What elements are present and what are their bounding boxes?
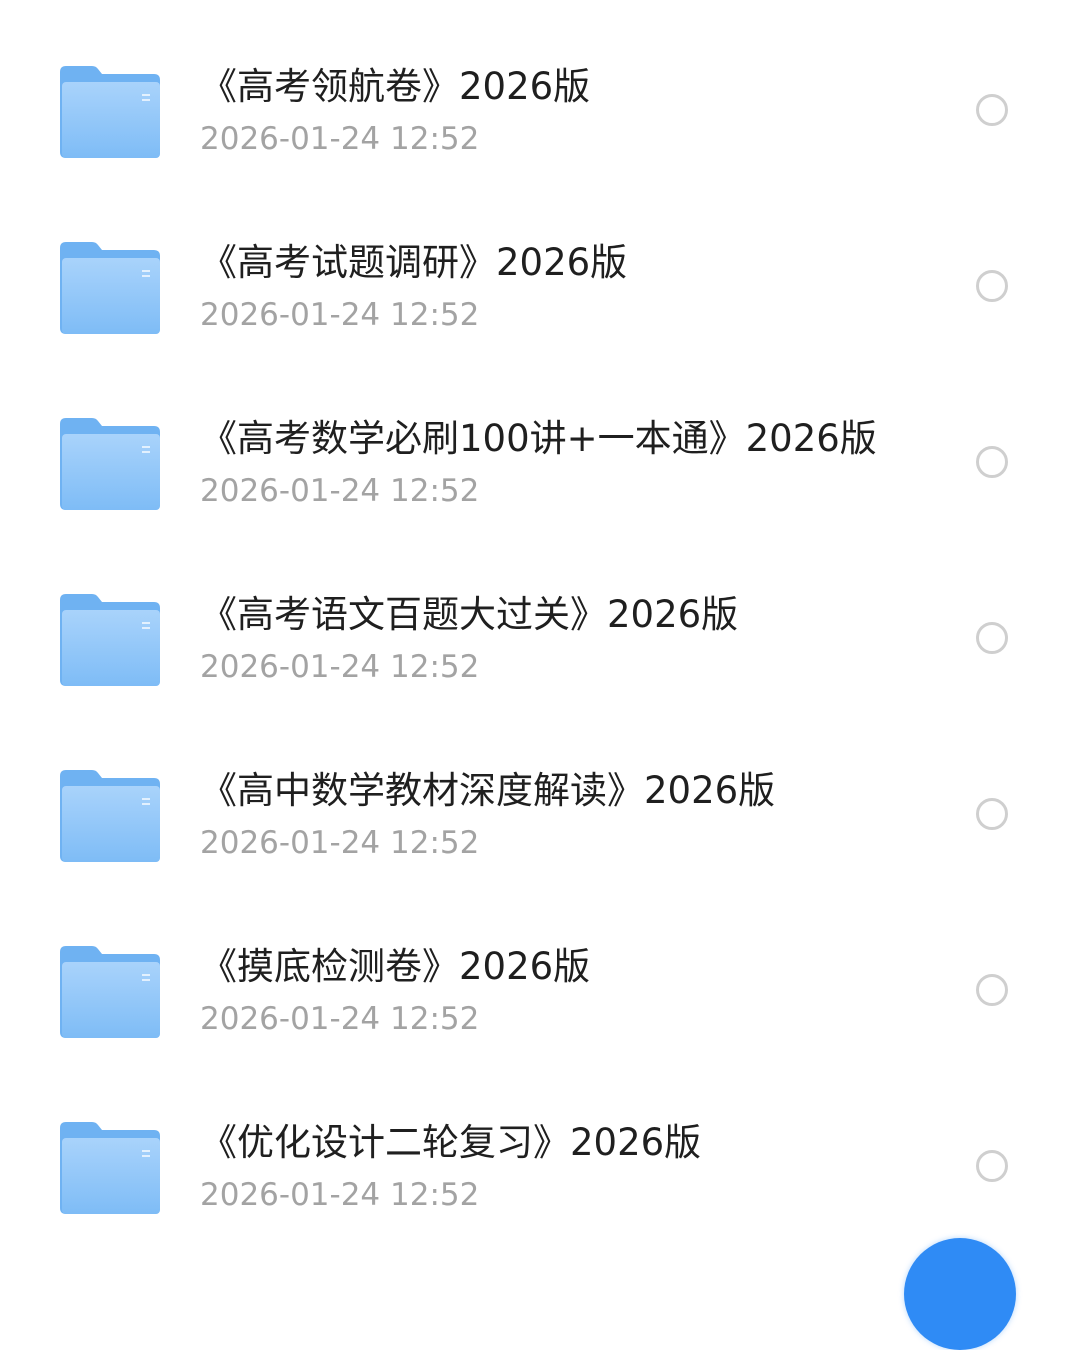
file-row[interactable]: 《高中数学教材深度解读》2026版 2026-01-24 12:52 <box>0 726 1080 902</box>
folder-icon <box>60 242 160 334</box>
file-list: 《高考领航卷》2026版 2026-01-24 12:52 《高考试题调研》20… <box>0 22 1080 1254</box>
file-row[interactable]: 《高考数学必刷100讲+一本通》2026版 2026-01-24 12:52 <box>0 374 1080 550</box>
select-radio[interactable] <box>976 622 1008 654</box>
select-radio[interactable] <box>976 1150 1008 1182</box>
file-row[interactable]: 《优化设计二轮复习》2026版 2026-01-24 12:52 <box>0 1078 1080 1254</box>
file-modified-time: 2026-01-24 12:52 <box>200 297 480 333</box>
select-radio[interactable] <box>976 446 1008 478</box>
file-name: 《优化设计二轮复习》2026版 <box>200 1121 702 1164</box>
select-radio[interactable] <box>976 94 1008 126</box>
select-radio[interactable] <box>976 974 1008 1006</box>
file-name: 《高考领航卷》2026版 <box>200 65 591 108</box>
file-name: 《高考语文百题大过关》2026版 <box>200 593 739 636</box>
select-radio[interactable] <box>976 798 1008 830</box>
folder-icon <box>60 946 160 1038</box>
folder-icon <box>60 66 160 158</box>
file-name: 《高考试题调研》2026版 <box>200 241 628 284</box>
file-row[interactable]: 《高考语文百题大过关》2026版 2026-01-24 12:52 <box>0 550 1080 726</box>
file-name: 《高中数学教材深度解读》2026版 <box>200 769 776 812</box>
file-modified-time: 2026-01-24 12:52 <box>200 121 480 157</box>
folder-icon <box>60 418 160 510</box>
file-name: 《高考数学必刷100讲+一本通》2026版 <box>200 417 877 460</box>
file-modified-time: 2026-01-24 12:52 <box>200 649 480 685</box>
folder-icon <box>60 1122 160 1214</box>
file-modified-time: 2026-01-24 12:52 <box>200 1001 480 1037</box>
file-row[interactable]: 《高考试题调研》2026版 2026-01-24 12:52 <box>0 198 1080 374</box>
file-modified-time: 2026-01-24 12:52 <box>200 825 480 861</box>
file-modified-time: 2026-01-24 12:52 <box>200 1177 480 1213</box>
file-name: 《摸底检测卷》2026版 <box>200 945 591 988</box>
file-modified-time: 2026-01-24 12:52 <box>200 473 480 509</box>
file-row[interactable]: 《高考领航卷》2026版 2026-01-24 12:52 <box>0 22 1080 198</box>
file-row[interactable]: 《摸底检测卷》2026版 2026-01-24 12:52 <box>0 902 1080 1078</box>
select-radio[interactable] <box>976 270 1008 302</box>
floating-action-button[interactable] <box>904 1238 1016 1350</box>
folder-icon <box>60 770 160 862</box>
folder-icon <box>60 594 160 686</box>
